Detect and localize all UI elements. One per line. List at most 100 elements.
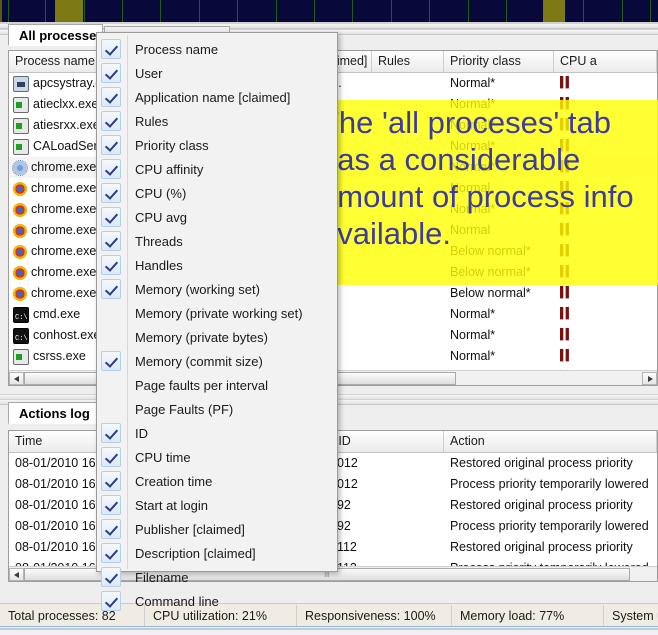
- column-chooser-menu[interactable]: Process name User Application name [claime…: [96, 32, 338, 611]
- cell-pid: 992: [330, 498, 351, 512]
- scroll-right-arrow-icon[interactable]: [642, 371, 657, 385]
- checkbox-empty-icon[interactable]: [101, 399, 121, 419]
- checkbox-empty-icon[interactable]: [101, 327, 121, 347]
- checkmark-icon[interactable]: [101, 543, 121, 563]
- graph-gridline: [622, 0, 623, 22]
- graph-load-block: [55, 0, 83, 22]
- menu-item-label: Start at login: [135, 497, 208, 513]
- cell-pid: 3112: [330, 540, 357, 554]
- checkmark-icon[interactable]: [101, 87, 121, 107]
- menu-item-label: Threads: [135, 233, 183, 249]
- window-icon: [13, 348, 29, 365]
- menu-item-label: Memory (private working set): [135, 305, 303, 321]
- status-item: System upt: [612, 608, 658, 623]
- checkmark-icon[interactable]: [101, 423, 121, 443]
- menu-item-cpu-avg[interactable]: CPU avg: [97, 205, 337, 229]
- chrome-icon: [13, 223, 27, 238]
- checkmark-icon[interactable]: [101, 111, 121, 131]
- cell-action: Restored original process priority: [450, 456, 633, 470]
- checkmark-icon[interactable]: [101, 519, 121, 539]
- menu-item-creation-time[interactable]: Creation time: [97, 469, 337, 493]
- menu-item-handles[interactable]: Handles: [97, 253, 337, 277]
- checkmark-icon[interactable]: [101, 351, 121, 371]
- column-header[interactable]: PID: [324, 431, 444, 452]
- checkmark-icon[interactable]: [101, 591, 121, 611]
- menu-item-user[interactable]: User: [97, 61, 337, 85]
- menu-item-cpu-affinity[interactable]: CPU affinity: [97, 157, 337, 181]
- cell-pid: 3012: [330, 456, 358, 470]
- checkmark-icon[interactable]: [101, 183, 121, 203]
- checkmark-icon[interactable]: [101, 255, 121, 275]
- menu-item-label: CPU time: [135, 449, 191, 465]
- checkmark-icon[interactable]: [101, 567, 121, 587]
- menu-item-publisher-claimed[interactable]: Publisher [claimed]: [97, 517, 337, 541]
- cell-priority-class: Normal*: [450, 328, 496, 342]
- menu-item-label: Priority class: [135, 137, 209, 153]
- menu-item-priority-class[interactable]: Priority class: [97, 133, 337, 157]
- menu-item-label: Filename: [135, 569, 189, 585]
- menu-item-label: CPU (%): [135, 185, 187, 201]
- tab-actions-log[interactable]: Actions log: [8, 402, 103, 424]
- log-scroll-track[interactable]: [630, 568, 657, 581]
- menu-item-memory-commit-size[interactable]: Memory (commit size): [97, 349, 337, 373]
- column-header[interactable]: Rules: [372, 51, 444, 72]
- graph-gridline: [122, 0, 123, 22]
- graph-gridline: [583, 0, 584, 22]
- menu-item-page-faults-pf[interactable]: Page Faults (PF): [97, 397, 337, 421]
- menu-item-start-at-login[interactable]: Start at login: [97, 493, 337, 517]
- process-name-label: CALoadServ: [33, 139, 104, 153]
- column-header[interactable]: Action: [444, 431, 657, 452]
- checkmark-icon[interactable]: [101, 39, 121, 59]
- checkmark-icon[interactable]: [101, 63, 121, 83]
- menu-item-threads[interactable]: Threads: [97, 229, 337, 253]
- menu-item-application-name-claimed[interactable]: Application name [claimed]: [97, 85, 337, 109]
- checkmark-icon[interactable]: [101, 231, 121, 251]
- menu-item-process-name[interactable]: Process name: [97, 37, 337, 61]
- menu-item-filename[interactable]: Filename: [97, 565, 337, 589]
- checkmark-icon[interactable]: [101, 135, 121, 155]
- chrome-icon: [13, 286, 27, 301]
- cell-cpu-affinity: ▌▌: [560, 329, 572, 341]
- menu-item-id[interactable]: ID: [97, 421, 337, 445]
- menu-item-cpu[interactable]: CPU (%): [97, 181, 337, 205]
- log-scroll-left-arrow-icon[interactable]: [9, 567, 24, 581]
- chrome-icon: [13, 181, 27, 196]
- checkmark-icon[interactable]: [101, 471, 121, 491]
- checkmark-icon[interactable]: [101, 279, 121, 299]
- cmd-icon: [13, 327, 29, 346]
- menu-item-label: Description [claimed]: [135, 545, 256, 561]
- menu-item-memory-private-bytes[interactable]: Memory (private bytes): [97, 325, 337, 349]
- process-name-label: chrome.exe: [31, 286, 97, 300]
- window-icon: [13, 117, 29, 134]
- menu-item-label: Process name: [135, 41, 219, 57]
- chrome-dim-icon: [12, 159, 28, 176]
- cell-cpu-affinity: ▌▌: [560, 287, 572, 299]
- menu-item-cpu-time[interactable]: CPU time: [97, 445, 337, 469]
- checkmark-icon[interactable]: [101, 159, 121, 179]
- checkmark-icon[interactable]: [101, 447, 121, 467]
- process-scroll-track[interactable]: [456, 372, 642, 385]
- checkmark-icon[interactable]: [101, 207, 121, 227]
- checkbox-empty-icon[interactable]: [101, 303, 121, 323]
- cell-priority-class: Normal*: [450, 307, 496, 321]
- scroll-left-arrow-icon[interactable]: [9, 371, 24, 385]
- menu-item-page-faults-per-interval[interactable]: Page faults per interval: [97, 373, 337, 397]
- process-name-label: csrss.exe: [33, 349, 86, 363]
- menu-item-memory-private-working-set[interactable]: Memory (private working set): [97, 301, 337, 325]
- graph-gridline: [45, 0, 46, 22]
- menu-item-memory-working-set[interactable]: Memory (working set): [97, 277, 337, 301]
- checkmark-icon[interactable]: [101, 495, 121, 515]
- annotation-text: The 'all proceses' tab has a considerabl…: [320, 105, 634, 251]
- menu-item-rules[interactable]: Rules: [97, 109, 337, 133]
- menu-item-command-line[interactable]: Command line: [97, 589, 337, 613]
- column-header[interactable]: CPU a: [554, 51, 657, 72]
- chrome-icon: [13, 265, 27, 280]
- process-name-label: apcsystray.e: [33, 76, 103, 90]
- checkbox-empty-icon[interactable]: [101, 375, 121, 395]
- graph-gridline: [237, 0, 238, 22]
- tab-all-processes[interactable]: All processes: [8, 24, 104, 46]
- apc-icon: [13, 75, 29, 92]
- column-header[interactable]: Priority class: [444, 51, 554, 72]
- menu-item-description-claimed[interactable]: Description [claimed]: [97, 541, 337, 565]
- cell-action: Process priority temporarily lowered: [450, 477, 649, 491]
